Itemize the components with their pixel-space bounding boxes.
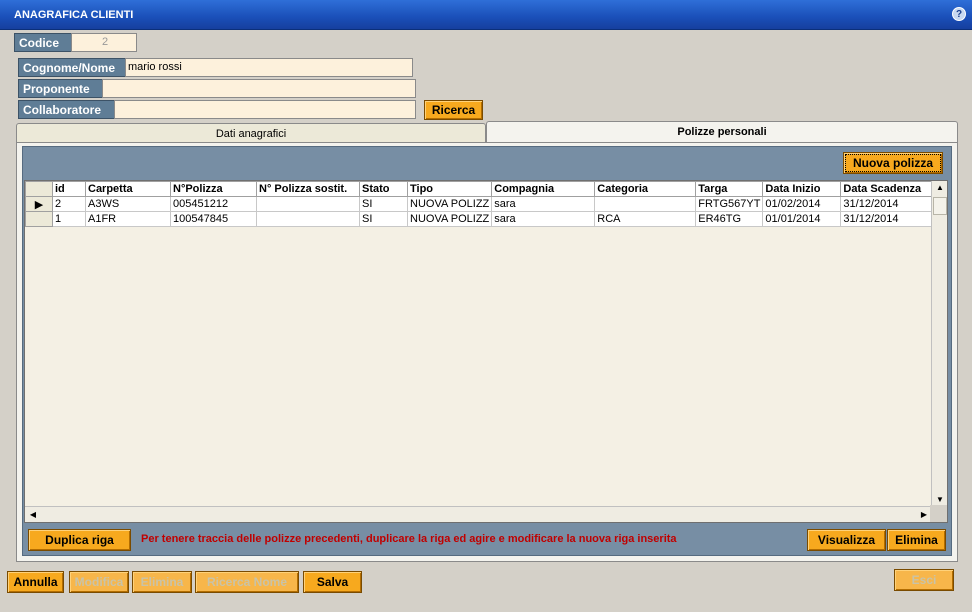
table-cell[interactable]: NUOVA POLIZZ bbox=[406, 196, 493, 212]
table-cell[interactable]: A3WS bbox=[85, 196, 171, 212]
collaboratore-label: Collaboratore bbox=[18, 100, 115, 119]
column-header[interactable]: Data Inizio bbox=[762, 181, 842, 197]
column-header[interactable]: Categoria bbox=[594, 181, 697, 197]
column-header[interactable]: Data Scadenza bbox=[840, 181, 935, 197]
table-cell[interactable]: 01/01/2014 bbox=[762, 211, 842, 227]
row-selector-header bbox=[25, 181, 53, 197]
codice-field[interactable]: 2 bbox=[71, 33, 137, 52]
column-header[interactable]: Tipo bbox=[406, 181, 493, 197]
visualizza-button[interactable]: Visualizza bbox=[807, 529, 886, 551]
help-icon[interactable]: ? bbox=[952, 7, 966, 21]
table-cell[interactable]: NUOVA POLIZZ bbox=[406, 211, 493, 227]
annulla-button[interactable]: Annulla bbox=[7, 571, 64, 593]
proponente-label: Proponente bbox=[18, 79, 103, 98]
table-cell[interactable]: sara bbox=[491, 211, 596, 227]
title-bar: ANAGRAFICA CLIENTI ? bbox=[0, 0, 972, 30]
salva-button[interactable]: Salva bbox=[303, 571, 362, 593]
ricerca-nome-button[interactable]: Ricerca Nome bbox=[195, 571, 299, 593]
column-header[interactable]: Compagnia bbox=[491, 181, 596, 197]
table-cell[interactable] bbox=[594, 196, 697, 212]
table-cell[interactable]: A1FR bbox=[85, 211, 171, 227]
table-cell[interactable]: 005451212 bbox=[170, 196, 257, 212]
cognome-nome-field[interactable]: mario rossi bbox=[125, 58, 413, 77]
esci-button[interactable]: Esci bbox=[894, 569, 954, 591]
elimina-button[interactable]: Elimina bbox=[132, 571, 192, 593]
table-cell[interactable]: 31/12/2014 bbox=[840, 211, 935, 227]
table-cell[interactable]: 100547845 bbox=[170, 211, 257, 227]
scroll-up-icon[interactable]: ▲ bbox=[933, 181, 947, 195]
collaboratore-field[interactable] bbox=[114, 100, 416, 119]
table-cell[interactable]: RCA bbox=[594, 211, 697, 227]
table-cell[interactable]: SI bbox=[359, 211, 408, 227]
table-header: id Carpetta N°Polizza N° Polizza sostit.… bbox=[25, 181, 935, 197]
current-row-indicator-icon: ▶ bbox=[25, 196, 53, 212]
table-cell[interactable]: 31/12/2014 bbox=[840, 196, 935, 212]
column-header[interactable]: id bbox=[52, 181, 86, 197]
scroll-left-icon[interactable]: ◀ bbox=[26, 508, 40, 522]
codice-label: Codice bbox=[14, 33, 72, 52]
scroll-right-icon[interactable]: ▶ bbox=[917, 508, 931, 522]
column-header[interactable]: Stato bbox=[359, 181, 408, 197]
table-cell[interactable]: SI bbox=[359, 196, 408, 212]
elimina-polizza-button[interactable]: Elimina bbox=[887, 529, 946, 551]
table-cell[interactable]: 2 bbox=[52, 196, 86, 212]
column-header[interactable]: Carpetta bbox=[85, 181, 171, 197]
cognome-nome-label: Cognome/Nome bbox=[18, 58, 126, 77]
table-cell[interactable]: sara bbox=[491, 196, 596, 212]
polizze-grid: id Carpetta N°Polizza N° Polizza sostit.… bbox=[24, 180, 948, 523]
vertical-scrollbar[interactable]: ▲ ▼ bbox=[931, 181, 947, 507]
duplica-riga-button[interactable]: Duplica riga bbox=[28, 529, 131, 551]
scrollbar-corner bbox=[930, 505, 947, 522]
row-selector[interactable] bbox=[25, 211, 53, 227]
table-cell[interactable]: ER46TG bbox=[695, 211, 764, 227]
table-cell[interactable] bbox=[256, 196, 360, 212]
vertical-scroll-thumb[interactable] bbox=[933, 197, 947, 215]
table-row[interactable]: ▶ 2 A3WS 005451212 SI NUOVA POLIZZ sara … bbox=[25, 196, 935, 212]
table-row[interactable]: 1 A1FR 100547845 SI NUOVA POLIZZ sara RC… bbox=[25, 211, 935, 227]
ricerca-button[interactable]: Ricerca bbox=[424, 100, 483, 120]
nuova-polizza-button[interactable]: Nuova polizza bbox=[843, 152, 943, 174]
window-title: ANAGRAFICA CLIENTI bbox=[14, 9, 134, 21]
table-cell[interactable]: FRTG567YT bbox=[695, 196, 764, 212]
polizze-table: id Carpetta N°Polizza N° Polizza sostit.… bbox=[25, 181, 935, 227]
column-header[interactable]: Targa bbox=[695, 181, 764, 197]
column-header[interactable]: N° Polizza sostit. bbox=[256, 181, 360, 197]
table-cell[interactable]: 1 bbox=[52, 211, 86, 227]
proponente-field[interactable] bbox=[102, 79, 416, 98]
horizontal-scrollbar[interactable]: ◀ ▶ bbox=[25, 506, 932, 522]
info-message: Per tenere traccia delle polizze precede… bbox=[141, 533, 677, 545]
modifica-button[interactable]: Modifica bbox=[69, 571, 129, 593]
column-header[interactable]: N°Polizza bbox=[170, 181, 257, 197]
table-cell[interactable]: 01/02/2014 bbox=[762, 196, 842, 212]
table-cell[interactable] bbox=[256, 211, 360, 227]
